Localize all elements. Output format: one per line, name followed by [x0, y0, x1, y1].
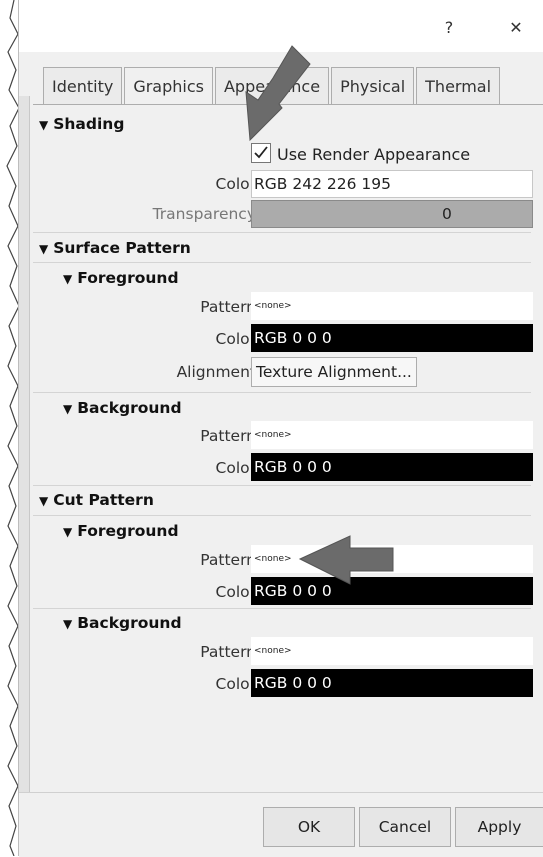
cut-fg-color-label: Color	[215, 583, 256, 601]
cut-fg-pattern-label: Pattern	[200, 551, 256, 569]
surface-bg-pattern-label: Pattern	[200, 427, 256, 445]
tab-physical[interactable]: Physical	[331, 67, 415, 104]
collapse-triangle-icon: ▼	[63, 402, 73, 416]
collapse-triangle-icon: ▼	[39, 242, 49, 256]
collapse-triangle-icon: ▼	[39, 494, 49, 508]
tab-graphics[interactable]: Graphics	[124, 67, 213, 106]
cut-bg-color-label: Color	[215, 675, 256, 693]
graphics-panel: ▼ Shading Use Render Appearance Color RGB…	[33, 104, 543, 793]
tab-thermal[interactable]: Thermal	[416, 67, 501, 104]
surface-background-label: Background	[77, 399, 182, 417]
surface-fg-color-field[interactable]: RGB 0 0 0	[251, 324, 533, 352]
section-cut-pattern[interactable]: ▼ Cut Pattern	[39, 491, 537, 509]
use-render-appearance-checkbox[interactable]: Use Render Appearance	[251, 143, 470, 164]
divider	[33, 515, 531, 516]
divider	[33, 608, 531, 609]
cut-fg-color-field[interactable]: RGB 0 0 0	[251, 577, 533, 605]
dialog-footer: OK Cancel Apply	[19, 792, 543, 857]
divider	[33, 262, 531, 263]
collapse-triangle-icon: ▼	[39, 118, 49, 132]
use-render-appearance-label: Use Render Appearance	[277, 145, 471, 164]
cancel-button[interactable]: Cancel	[359, 807, 451, 847]
surface-background-group[interactable]: ▼ Background	[63, 399, 543, 417]
cut-bg-pattern-field[interactable]: <none>	[251, 637, 533, 665]
title-bar: ? ✕	[19, 0, 543, 52]
divider	[33, 392, 531, 393]
surface-bg-pattern-field[interactable]: <none>	[251, 421, 533, 449]
left-gutter	[19, 96, 30, 796]
transparency-slider[interactable]: 0	[251, 200, 533, 228]
help-button[interactable]: ?	[437, 16, 461, 40]
surface-foreground-label: Foreground	[77, 269, 179, 287]
cut-fg-pattern-field[interactable]: <none>	[251, 545, 533, 573]
texture-alignment-button[interactable]: Texture Alignment...	[251, 357, 417, 387]
cut-foreground-group[interactable]: ▼ Foreground	[63, 522, 543, 540]
tab-appearance[interactable]: Appearance	[214, 67, 330, 104]
transparency-value: 0	[442, 205, 452, 223]
cut-background-label: Background	[77, 614, 182, 632]
surface-fg-pattern-label: Pattern	[200, 298, 256, 316]
surface-fg-color-label: Color	[215, 330, 256, 348]
section-shading[interactable]: ▼ Shading	[39, 115, 537, 133]
close-button[interactable]: ✕	[504, 16, 528, 40]
apply-button[interactable]: Apply	[455, 807, 543, 847]
surface-foreground-group[interactable]: ▼ Foreground	[63, 269, 543, 287]
checkbox-checked-icon	[251, 143, 271, 163]
cut-foreground-label: Foreground	[77, 522, 179, 540]
collapse-triangle-icon: ▼	[63, 272, 73, 286]
shading-color-label: Color	[215, 175, 256, 193]
collapse-triangle-icon: ▼	[63, 617, 73, 631]
divider	[33, 232, 531, 233]
shading-color-field[interactable]: RGB 242 226 195	[251, 170, 533, 198]
tab-strip: Identity Graphics Appearance Physical Th…	[43, 67, 502, 106]
surface-bg-color-label: Color	[215, 459, 256, 477]
surface-fg-alignment-label: Alignment	[176, 363, 256, 381]
section-surface-pattern[interactable]: ▼ Surface Pattern	[39, 239, 537, 257]
transparency-label: Transparency	[152, 205, 256, 223]
ok-button[interactable]: OK	[263, 807, 355, 847]
section-cut-pattern-label: Cut Pattern	[53, 491, 154, 509]
tab-identity[interactable]: Identity	[43, 67, 123, 104]
cut-bg-color-field[interactable]: RGB 0 0 0	[251, 669, 533, 697]
cut-background-group[interactable]: ▼ Background	[63, 614, 543, 632]
cut-bg-pattern-label: Pattern	[200, 643, 256, 661]
surface-bg-color-field[interactable]: RGB 0 0 0	[251, 453, 533, 481]
material-properties-dialog: ? ✕ Identity Graphics Appearance Physica…	[18, 0, 543, 857]
surface-fg-pattern-field[interactable]: <none>	[251, 292, 533, 320]
section-surface-pattern-label: Surface Pattern	[53, 239, 191, 257]
section-shading-label: Shading	[53, 115, 125, 133]
divider	[33, 485, 531, 486]
collapse-triangle-icon: ▼	[63, 525, 73, 539]
